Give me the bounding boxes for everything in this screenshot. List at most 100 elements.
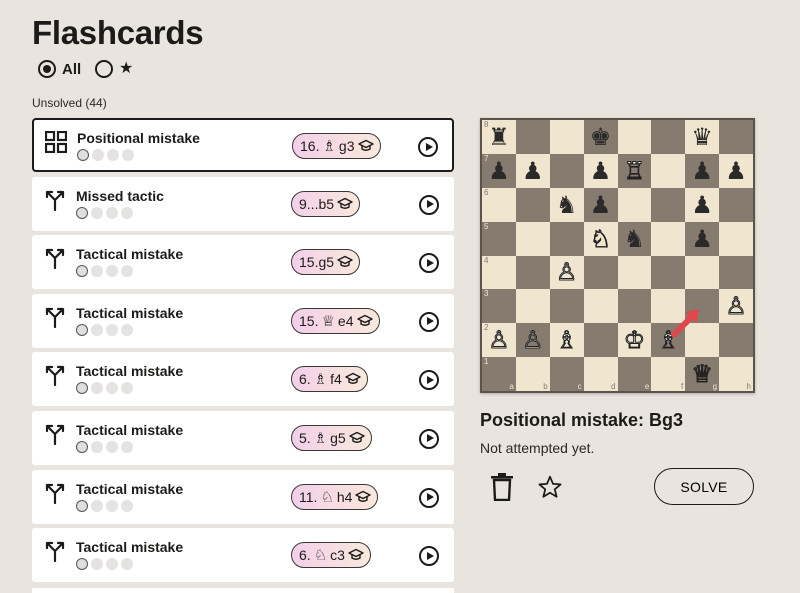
square-a1[interactable]: 1a: [482, 357, 516, 391]
chess-board[interactable]: 8 ♜ ♚ ♛ 7 ♟ ♟ ♟ ♖ ♟ ♟ 6 ♞ ♟ ♟ 5 ♘ ♞ ♟ 4 ♙ 3 ♙ 2 ♙ ♙ ♗ ♔ ♗ 1 a b c d e f g ♕ h: [482, 120, 753, 391]
black-pawn-icon[interactable]: ♟: [522, 159, 544, 183]
square-d8[interactable]: ♚: [583, 120, 618, 154]
square-a3[interactable]: 3: [482, 289, 516, 324]
square-b3[interactable]: [515, 289, 550, 324]
black-king-icon[interactable]: ♚: [590, 125, 612, 149]
square-c8[interactable]: [549, 120, 584, 154]
white-bishop-icon[interactable]: ♗: [555, 328, 577, 353]
square-e3[interactable]: [617, 289, 652, 324]
square-h2[interactable]: [719, 323, 753, 358]
black-rook-icon[interactable]: ♜: [488, 125, 510, 149]
square-e2[interactable]: ♔: [617, 323, 652, 358]
flashcard-item[interactable]: Tactical mistake 11. ♘ h4: [32, 469, 454, 524]
white-bishop-icon[interactable]: ♗: [657, 328, 679, 353]
square-a4[interactable]: 4: [482, 255, 516, 290]
square-a6[interactable]: 6: [482, 187, 516, 222]
square-g4[interactable]: [685, 255, 720, 290]
square-c5[interactable]: [549, 221, 584, 256]
square-e1[interactable]: e: [617, 357, 652, 391]
square-c1[interactable]: c: [549, 357, 584, 391]
flashcard-item[interactable]: Positional mistake 16. ♗ g3: [32, 118, 454, 172]
filter-all[interactable]: All: [38, 60, 81, 78]
white-rook-icon[interactable]: ♖: [623, 158, 645, 183]
square-f7[interactable]: [651, 153, 686, 188]
play-icon[interactable]: [419, 311, 439, 332]
flashcard-item[interactable]: Tactical mistake 15. ♕ e4: [32, 293, 454, 348]
black-pawn-icon[interactable]: ♟: [691, 227, 713, 251]
square-f2[interactable]: ♗: [651, 323, 686, 358]
square-g3[interactable]: [685, 289, 720, 324]
play-icon[interactable]: [419, 370, 439, 391]
square-h7[interactable]: ♟: [719, 153, 753, 188]
square-f4[interactable]: [651, 255, 686, 290]
square-d1[interactable]: d: [583, 357, 618, 391]
square-h6[interactable]: [719, 187, 753, 222]
black-queen-icon[interactable]: ♛: [691, 125, 713, 149]
square-e6[interactable]: [617, 187, 652, 222]
flashcard-item[interactable]: Tactical mistake 6. ♘ c3: [32, 528, 454, 583]
square-g5[interactable]: ♟: [685, 221, 720, 256]
square-f6[interactable]: [651, 187, 686, 222]
square-b6[interactable]: [515, 187, 550, 222]
square-g7[interactable]: ♟: [685, 153, 720, 188]
square-b5[interactable]: [515, 221, 550, 256]
square-d3[interactable]: [583, 289, 618, 324]
square-c4[interactable]: ♙: [549, 255, 584, 290]
square-f5[interactable]: [651, 221, 686, 256]
square-b2[interactable]: ♙: [515, 323, 550, 358]
black-pawn-icon[interactable]: ♟: [590, 159, 612, 183]
square-e5[interactable]: ♞: [617, 221, 652, 256]
square-a8[interactable]: 8 ♜: [482, 120, 516, 154]
square-d5[interactable]: ♘: [583, 221, 618, 256]
delete-button[interactable]: [490, 473, 514, 502]
square-a2[interactable]: 2 ♙: [482, 323, 516, 358]
square-c6[interactable]: ♞: [549, 187, 584, 222]
square-b8[interactable]: [515, 120, 550, 154]
square-e4[interactable]: [617, 255, 652, 290]
square-e8[interactable]: [617, 120, 652, 154]
star-button[interactable]: [537, 474, 563, 500]
filter-starred[interactable]: ★: [95, 60, 133, 78]
square-g8[interactable]: ♛: [685, 120, 720, 154]
white-pawn-icon[interactable]: ♙: [488, 328, 510, 353]
square-h1[interactable]: h: [719, 357, 753, 391]
square-b4[interactable]: [515, 255, 550, 290]
square-g6[interactable]: ♟: [685, 187, 720, 222]
play-icon[interactable]: [418, 137, 438, 157]
square-f3[interactable]: [651, 289, 686, 324]
square-f8[interactable]: [651, 120, 686, 154]
square-h3[interactable]: ♙: [719, 289, 753, 324]
flashcard-item[interactable]: Missed tactic 9...b5: [32, 176, 454, 231]
square-h8[interactable]: [719, 120, 753, 154]
flashcard-item[interactable]: Tactical mistake 6. ♗ f4: [32, 352, 454, 407]
play-icon[interactable]: [419, 546, 439, 567]
play-icon[interactable]: [419, 253, 439, 274]
square-c3[interactable]: [549, 289, 584, 324]
square-a7[interactable]: 7 ♟: [482, 153, 516, 188]
black-pawn-icon[interactable]: ♟: [488, 159, 510, 183]
white-king-icon[interactable]: ♔: [623, 328, 645, 353]
black-pawn-icon[interactable]: ♟: [691, 159, 713, 183]
square-h4[interactable]: [719, 255, 753, 290]
square-d4[interactable]: [583, 255, 618, 290]
square-c7[interactable]: [549, 153, 584, 188]
radio-starred[interactable]: [95, 60, 113, 78]
square-c2[interactable]: ♗: [549, 323, 584, 358]
play-icon[interactable]: [419, 194, 439, 215]
solve-button[interactable]: SOLVE: [654, 468, 754, 505]
black-pawn-icon[interactable]: ♟: [725, 159, 747, 183]
play-icon[interactable]: [419, 428, 439, 449]
flashcard-item[interactable]: Tactical mistake 15.g5: [32, 235, 454, 290]
play-icon[interactable]: [419, 487, 439, 508]
square-g1[interactable]: g ♕: [685, 357, 720, 391]
black-pawn-icon[interactable]: ♟: [691, 193, 713, 217]
list-item-partial[interactable]: [32, 588, 454, 593]
square-e7[interactable]: ♖: [617, 153, 652, 188]
square-d2[interactable]: [583, 323, 618, 358]
square-g2[interactable]: [685, 323, 720, 358]
square-b1[interactable]: b: [515, 357, 550, 391]
flashcard-item[interactable]: Tactical mistake 5. ♗ g5: [32, 410, 454, 465]
black-knight-icon[interactable]: ♞: [624, 227, 646, 251]
white-pawn-icon[interactable]: ♙: [725, 294, 747, 319]
white-knight-icon[interactable]: ♘: [589, 226, 611, 251]
